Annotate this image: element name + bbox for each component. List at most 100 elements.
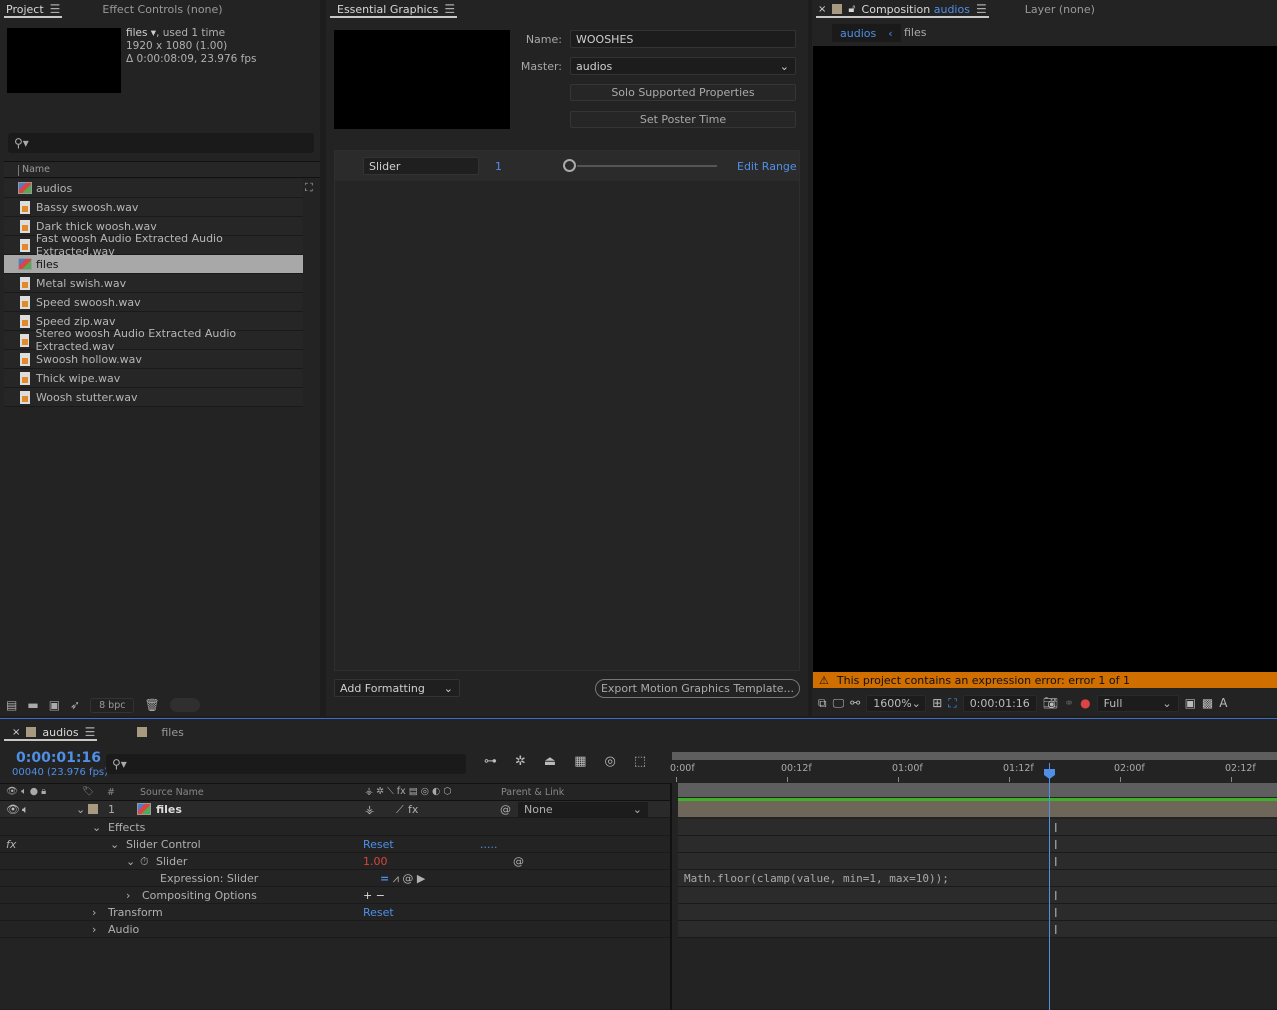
master-select[interactable]: audios ⌄ xyxy=(570,57,796,75)
track-row[interactable]: I xyxy=(678,921,1277,938)
layer-bar[interactable] xyxy=(678,801,1277,817)
parent-select[interactable]: None ⌄ xyxy=(518,802,648,817)
zoom-select[interactable]: 1600% ⌄ xyxy=(866,694,927,712)
transparency-grid-icon[interactable]: ⛶ xyxy=(948,696,956,711)
quality-switch-icon[interactable]: ⟋ xyxy=(396,803,404,817)
monitor-icon[interactable]: 🖵 xyxy=(833,696,845,711)
label-color-swatch[interactable] xyxy=(88,804,98,814)
track-row[interactable]: I xyxy=(678,887,1277,904)
panel-menu-icon[interactable]: ☰ xyxy=(50,2,61,16)
property-row[interactable]: › Audio xyxy=(0,921,670,938)
edit-range-link[interactable]: Edit Range xyxy=(737,160,797,173)
set-poster-time-button[interactable]: Set Poster Time xyxy=(570,111,796,128)
expression-error-banner[interactable]: ⚠ This project contains an expression err… xyxy=(813,672,1277,688)
property-row[interactable]: ⌄ ⏱ Slider 1.00 @ xyxy=(0,853,670,870)
trash-icon[interactable]: 🗑 xyxy=(144,698,159,712)
always-preview-icon[interactable]: ⧉ xyxy=(818,696,827,711)
snapshot-icon[interactable]: 📷︎ xyxy=(1043,696,1058,710)
resolution-select[interactable]: Full ⌄ xyxy=(1096,694,1179,712)
draft-3d-icon[interactable]: ✲ xyxy=(515,754,526,769)
render-icon[interactable]: ➶ xyxy=(70,698,80,712)
composition-mini-flowchart-icon[interactable]: ⊶ xyxy=(484,754,497,769)
panel-menu-icon[interactable]: ☰ xyxy=(85,725,96,739)
add-formatting-select[interactable]: Add Formatting ⌄ xyxy=(334,679,460,697)
track-row[interactable]: I xyxy=(678,853,1277,870)
slider-knob[interactable] xyxy=(563,159,576,172)
twirl-down-icon[interactable]: ⌄ xyxy=(126,855,135,868)
layer-row[interactable]: 👁︎ 🔈︎ ⌄ 1 files ⚶ ⟋ fx @ None ⌄ xyxy=(0,801,670,818)
interpret-footage-icon[interactable]: ▤ xyxy=(6,698,17,712)
lock-icon[interactable]: 🔓︎ xyxy=(848,2,855,16)
panel-menu-icon[interactable]: ☰ xyxy=(444,2,455,16)
export-mogrt-button[interactable]: Export Motion Graphics Template... xyxy=(595,679,800,698)
project-item[interactable]: audios xyxy=(4,179,303,198)
playhead-line[interactable] xyxy=(1049,763,1050,1010)
property-row[interactable]: › Transform Reset xyxy=(0,904,670,921)
twirl-right-icon[interactable]: › xyxy=(92,906,96,919)
caret-down-icon[interactable]: ▾ xyxy=(147,27,156,39)
audio-icon[interactable]: 🔈︎ xyxy=(22,803,29,817)
reset-link[interactable]: Reset xyxy=(363,906,394,919)
composition-viewer[interactable] xyxy=(813,46,1277,672)
breadcrumb-files[interactable]: files xyxy=(904,26,926,39)
expression-text[interactable]: Math.floor(clamp(value, min=1, max=10)); xyxy=(684,872,949,885)
current-timecode[interactable]: 0:00:01:16 xyxy=(16,750,101,766)
region-of-interest-icon[interactable]: ⊞ xyxy=(932,696,942,710)
project-item[interactable]: Speed swoosh.wav xyxy=(4,293,303,312)
show-snapshot-icon[interactable]: ⚭ xyxy=(1064,696,1074,710)
bpc-button[interactable]: 8 bpc xyxy=(90,697,135,713)
shy-layers-icon[interactable]: ⏏ xyxy=(544,754,556,769)
visibility-icon[interactable]: 👁︎ xyxy=(6,803,20,816)
name-field[interactable]: WOOSHES xyxy=(570,30,796,48)
project-item[interactable]: Thick wipe.wav xyxy=(4,369,303,388)
fast-preview-icon[interactable]: ▣ xyxy=(1185,696,1196,710)
project-item[interactable]: Stereo woosh Audio Extracted Audio Extra… xyxy=(4,327,303,353)
solo-supported-button[interactable]: Solo Supported Properties xyxy=(570,84,796,101)
twirl-down-icon[interactable]: ⌄ xyxy=(76,803,85,816)
tab-project[interactable]: Project ☰ xyxy=(0,0,66,18)
project-item[interactable]: Bassy swoosh.wav xyxy=(4,198,303,217)
panel-menu-icon[interactable]: ☰ xyxy=(976,2,987,16)
close-icon[interactable]: × xyxy=(818,4,826,15)
breadcrumb-audios[interactable]: audios ‹ xyxy=(832,24,901,42)
checkerboard-icon[interactable]: ▩ xyxy=(1202,696,1213,710)
column-num[interactable]: # xyxy=(107,787,115,798)
shy-switch-icon[interactable]: ⚶ xyxy=(365,803,374,816)
property-row[interactable]: ⌄ fx Slider Control Reset..... xyxy=(0,836,670,853)
project-item[interactable]: Fast woosh Audio Extracted Audio Extract… xyxy=(4,232,303,258)
timeline-search-input[interactable]: ⚲▾ xyxy=(106,754,466,774)
track-row[interactable]: I xyxy=(678,904,1277,921)
tab-effect-controls[interactable]: Effect Controls (none) xyxy=(96,0,228,18)
layer-name[interactable]: files xyxy=(156,803,182,816)
stopwatch-icon[interactable]: ⏱ xyxy=(140,855,149,869)
property-row[interactable]: › Compositing Options + − xyxy=(0,887,670,904)
tab-timeline-files[interactable]: files xyxy=(131,723,189,741)
column-source-name[interactable]: Source Name xyxy=(140,787,204,798)
motion-blur-icon[interactable]: ◎ xyxy=(605,754,616,769)
property-value[interactable]: 1.00 xyxy=(363,855,388,868)
new-composition-icon[interactable]: ▣ xyxy=(49,698,60,712)
tab-timeline-audios[interactable]: × audios ☰ xyxy=(0,723,101,741)
slider-value[interactable]: 1 xyxy=(495,160,502,173)
current-time-field[interactable]: 0:00:01:16 xyxy=(962,694,1037,712)
twirl-right-icon[interactable]: › xyxy=(126,889,130,902)
expression-controls-icons[interactable]: = ⩘ @ ▶ xyxy=(380,872,425,886)
project-item[interactable]: Woosh stutter.wav xyxy=(4,388,303,407)
slider-name-field[interactable]: Slider xyxy=(363,157,479,175)
property-row[interactable]: ⌄ Effects xyxy=(0,819,670,836)
track-row[interactable]: I xyxy=(678,819,1277,836)
work-area-bar[interactable] xyxy=(672,752,1277,760)
column-header-name[interactable]: Name xyxy=(4,161,320,178)
more-truncated[interactable]: A xyxy=(1219,696,1227,710)
graph-editor-icon[interactable]: ⬚ xyxy=(634,754,646,769)
column-parent-link[interactable]: Parent & Link xyxy=(501,787,564,798)
tab-composition[interactable]: × 🔓︎ Composition audios ☰ xyxy=(812,0,993,18)
new-folder-icon[interactable]: ▬ xyxy=(27,698,38,712)
slider-track[interactable] xyxy=(577,165,717,167)
twirl-right-icon[interactable]: › xyxy=(92,923,96,936)
project-item[interactable]: Metal swish.wav xyxy=(4,274,303,293)
pickwhip-icon[interactable]: @ xyxy=(513,855,524,868)
track-row[interactable]: I xyxy=(678,836,1277,853)
twirl-down-icon[interactable]: ⌄ xyxy=(92,821,101,834)
more-dots[interactable]: ..... xyxy=(480,838,497,851)
